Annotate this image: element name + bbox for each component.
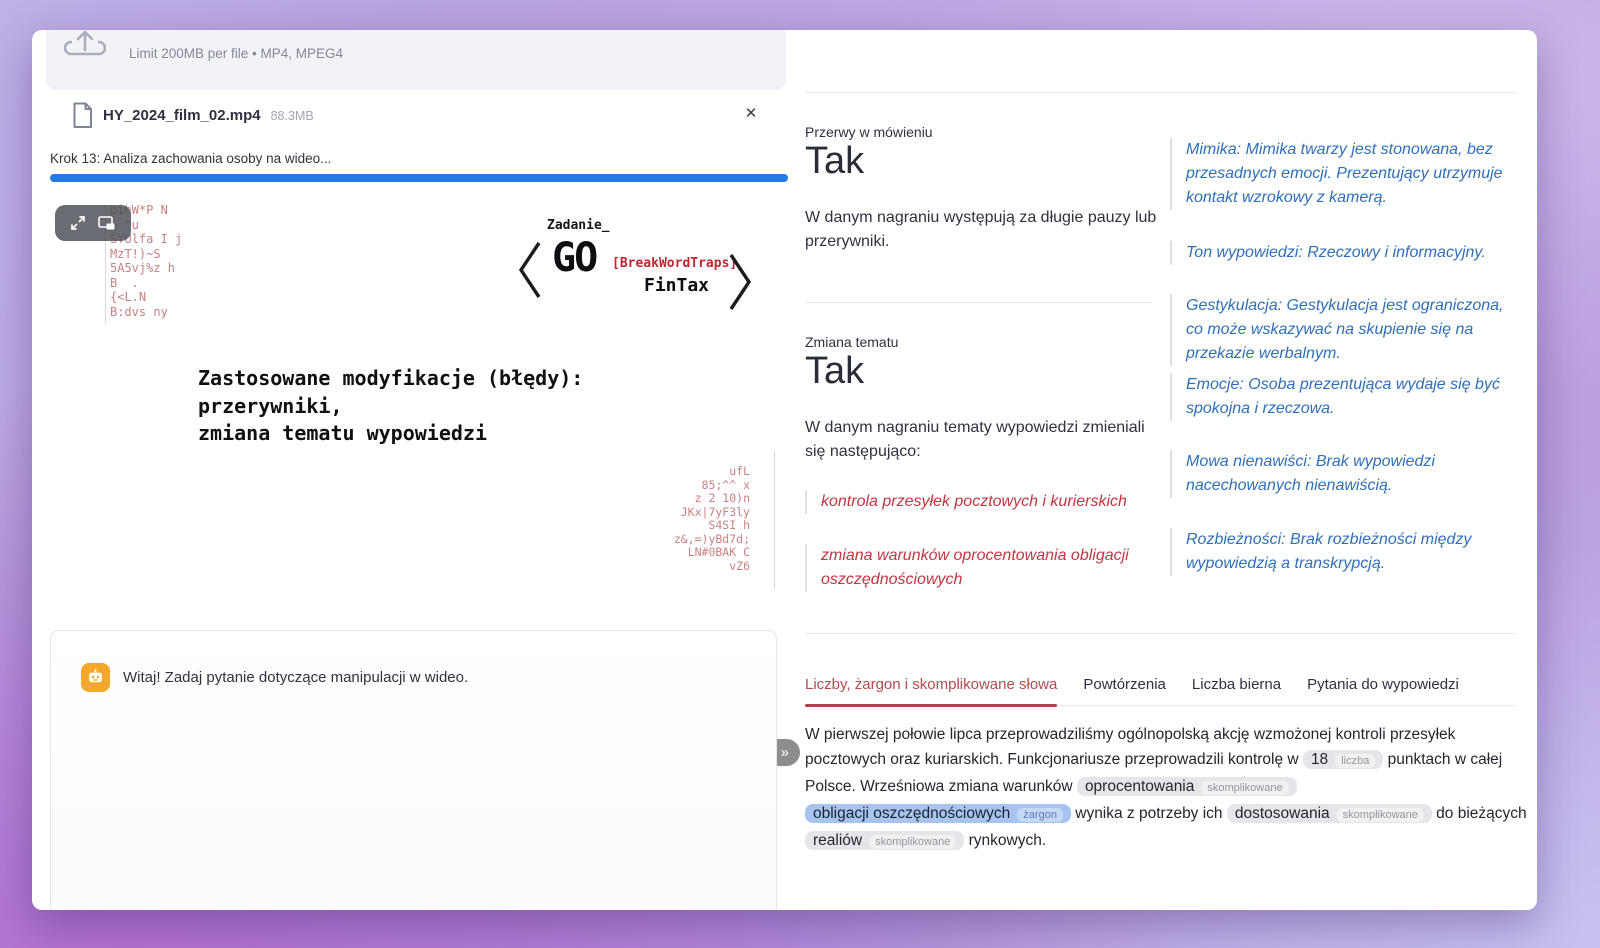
topic-quote: kontrola przesyłek pocztowych i kuriersk… xyxy=(805,490,1141,514)
metric-description-pauses: W danym nagraniu występują za długie pau… xyxy=(805,206,1167,254)
file-size: 88.3MB xyxy=(271,109,314,123)
tab-item[interactable]: Liczba bierna xyxy=(1192,676,1281,705)
annotation-tag: żargon xyxy=(1017,808,1063,822)
glitch-line: ufL xyxy=(674,465,750,479)
video-glitch-text-right: ufL85;^^ xz 2 10)nJKx|7yF3lyS4SI hz&,=)y… xyxy=(674,465,750,573)
video-overlay-buttons xyxy=(55,205,131,241)
caption-line: zmiana tematu wypowiedzi xyxy=(198,420,583,448)
glitch-line: MzT!)~S xyxy=(110,247,182,262)
upload-icon xyxy=(64,30,106,60)
glitch-line: B . xyxy=(110,276,182,291)
glitch-line: 85;^^ x xyxy=(674,479,750,493)
uploaded-file-row: HY_2024_film_02.mp4 88.3MB xyxy=(72,102,314,129)
more-controls-icon[interactable]: » xyxy=(781,744,788,761)
metric-label-topic-change: Zmiana tematu xyxy=(805,334,898,350)
picture-in-picture-icon[interactable] xyxy=(98,216,116,231)
glitch-line: {<L.N xyxy=(110,290,182,305)
glitch-line: LN#0BAK C xyxy=(674,546,750,560)
annotation-tag: skomplikowane xyxy=(869,835,956,849)
video-caption-text: Zastosowane modyfikacje (błędy):przerywn… xyxy=(198,365,583,448)
observation-quote: Ton wypowiedzi: Rzeczowy i informacyjny. xyxy=(1170,241,1514,265)
annotated-transcript-paragraph: W pierwszej połowie lipca przeprowadzili… xyxy=(805,722,1527,855)
tab-item[interactable]: Pytania do wypowiedzi xyxy=(1307,676,1459,705)
logo-breakwordtraps-text: [BreakWordTraps] xyxy=(612,256,737,271)
metric-value-topic-change: Tak xyxy=(805,350,864,393)
annotation-complex: oprocentowaniaskomplikowane xyxy=(1077,777,1297,796)
divider-top xyxy=(805,92,1516,93)
chat-welcome-message: Witaj! Zadaj pytanie dotyczące manipulac… xyxy=(123,669,468,686)
tab-item[interactable]: Powtórzenia xyxy=(1083,676,1166,705)
fullscreen-icon[interactable] xyxy=(70,215,86,231)
annotation-tag: liczba xyxy=(1335,754,1375,768)
glitch-line: S4SI h xyxy=(674,519,750,533)
logo-left-bracket xyxy=(518,241,542,299)
observation-quote: Gestykulacja: Gestykulacja jest ogranicz… xyxy=(1170,294,1514,366)
chat-panel: Witaj! Zadaj pytanie dotyczące manipulac… xyxy=(50,630,777,910)
analysis-tabs: Liczby, żargon i skomplikowane słowa Powt… xyxy=(805,676,1516,706)
logo-fintax-text: FinTax xyxy=(644,275,709,296)
file-name: HY_2024_film_02.mp4 xyxy=(103,107,261,124)
video-task-label: Zadanie_ xyxy=(547,218,610,233)
divider-middle xyxy=(805,302,1152,303)
desktop-background: Drag and drop file here Limit 200MB per … xyxy=(0,0,1600,948)
glitch-line: 5A5vj%z h xyxy=(110,261,182,276)
metric-value-pauses: Tak xyxy=(805,140,864,183)
annotation-jargon: obligacji oszczędnościowychżargon xyxy=(805,804,1071,823)
file-icon xyxy=(72,102,93,129)
app-window: Drag and drop file here Limit 200MB per … xyxy=(32,30,1537,910)
glitch-line: JKx|7yF3ly xyxy=(674,506,750,520)
tab-active[interactable]: Liczby, żargon i skomplikowane słowa xyxy=(805,676,1057,705)
observation-quote: Mimika: Mimika twarzy jest stonowana, be… xyxy=(1170,138,1514,210)
divider-above-tabs xyxy=(805,633,1516,634)
glitch-line: z&,=)yBd7d; xyxy=(674,533,750,547)
logo-go-text: GO xyxy=(552,235,596,281)
metric-description-topic-change: W danym nagraniu tematy wypowiedzi zmien… xyxy=(805,416,1167,464)
upload-limit-text: Limit 200MB per file • MP4, MPEG4 xyxy=(129,46,343,61)
annotation-complex: dostosowaniaskomplikowane xyxy=(1227,804,1432,823)
observation-quote: Emocje: Osoba prezentująca wydaje się by… xyxy=(1170,373,1514,421)
file-dropzone[interactable]: Drag and drop file here Limit 200MB per … xyxy=(46,30,786,90)
annotation-number: 18liczba xyxy=(1303,750,1383,769)
video-decor-line-right xyxy=(774,451,775,589)
annotation-tag: skomplikowane xyxy=(1337,808,1424,822)
glitch-line: B:dvs ny xyxy=(110,305,182,320)
caption-line: przerywniki, xyxy=(198,393,583,421)
progress-step-label: Krok 13: Analiza zachowania osoby na wid… xyxy=(50,151,331,166)
caption-line: Zastosowane modyfikacje (błędy): xyxy=(198,365,583,393)
glitch-line: z 2 10)n xyxy=(674,492,750,506)
robot-avatar-icon xyxy=(81,663,110,692)
remove-file-button[interactable]: ✕ xyxy=(740,102,762,124)
logo-right-bracket xyxy=(728,253,752,311)
topic-quote: zmiana warunków oprocentowania obligacji… xyxy=(805,544,1141,592)
progress-bar xyxy=(50,174,788,182)
observation-quote: Rozbieżności: Brak rozbieżności między w… xyxy=(1170,528,1514,576)
observation-quote: Mowa nienawiści: Brak wypowiedzi nacecho… xyxy=(1170,450,1514,498)
video-player[interactable]: pihW*P NG ^uSYUlfa I jMzT!)~S5A5vj%z hB … xyxy=(52,193,778,607)
annotation-complex: realiówskomplikowane xyxy=(805,831,964,850)
metric-label-pauses: Przerwy w mówieniu xyxy=(805,124,933,140)
annotation-tag: skomplikowane xyxy=(1201,781,1288,795)
glitch-line: vZ6 xyxy=(674,560,750,574)
